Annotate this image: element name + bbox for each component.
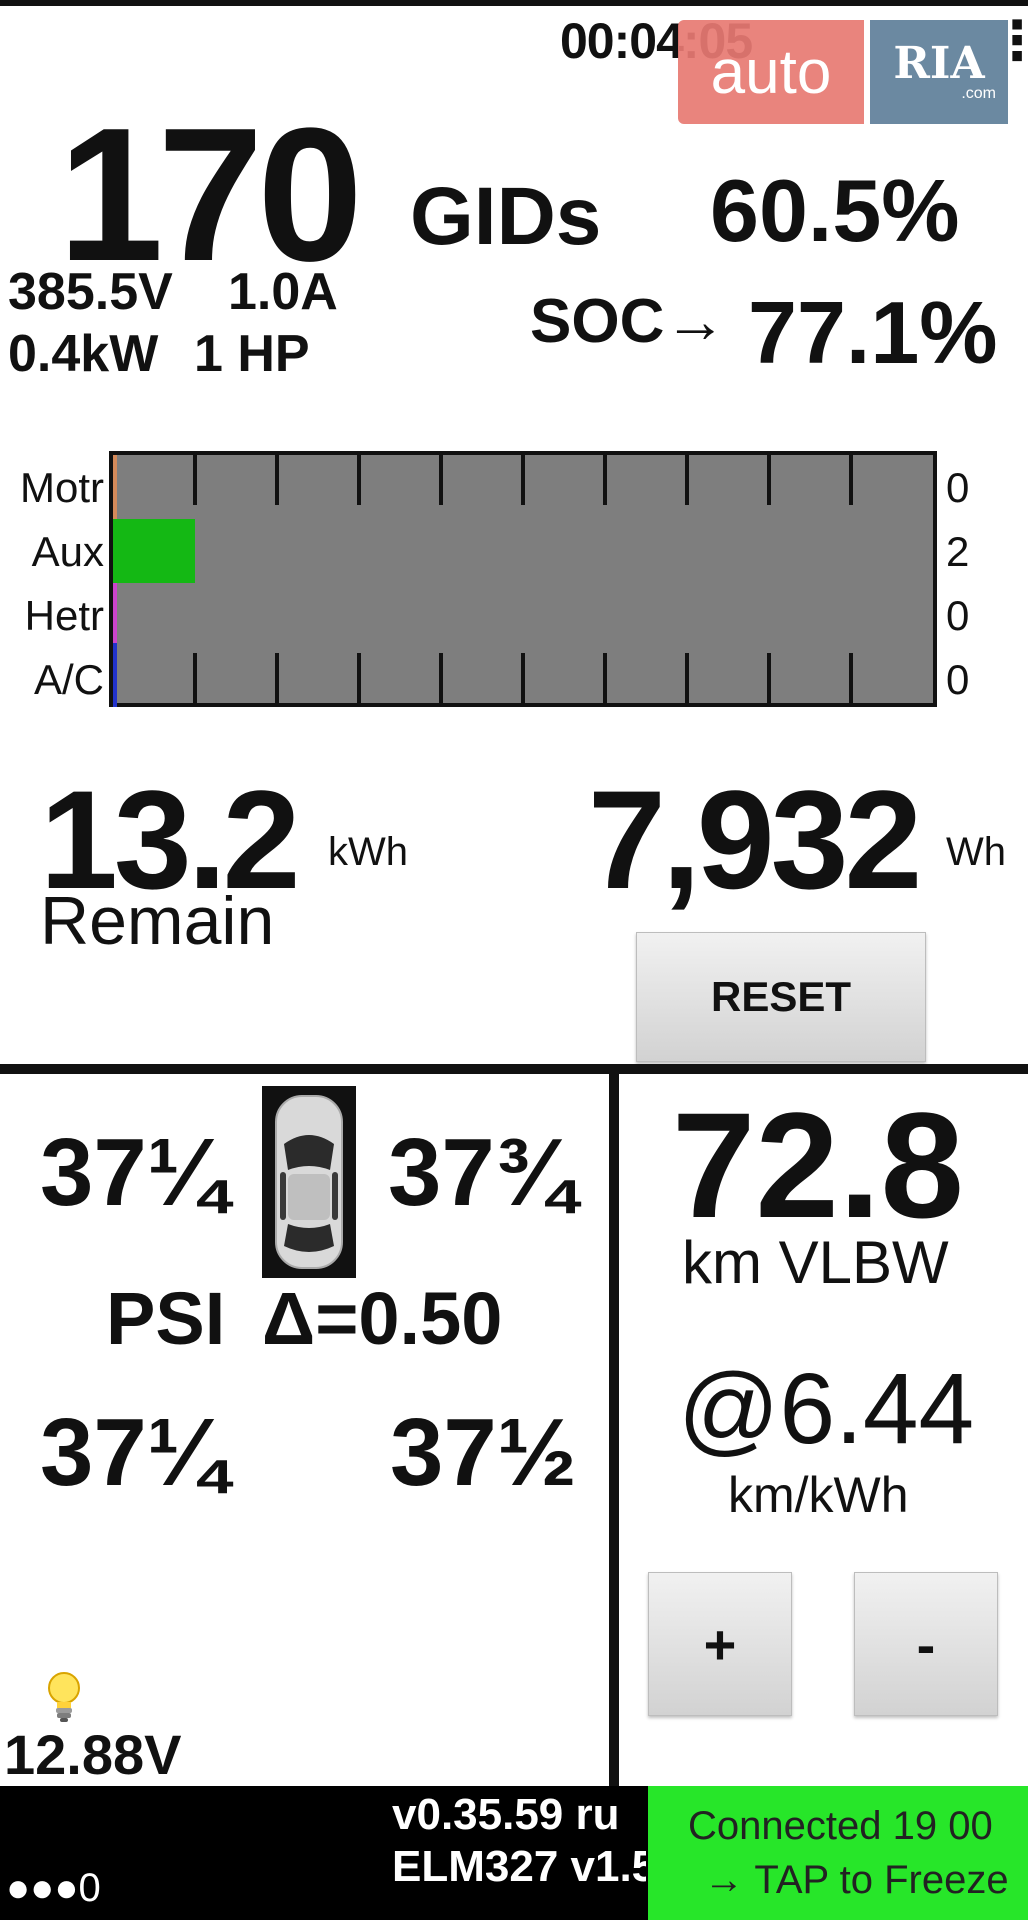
bar-heater	[113, 583, 117, 647]
adapter-version: ELM327 v1.5	[392, 1842, 646, 1888]
bar-tick-top	[521, 455, 525, 505]
battery-percent: 60.5%	[710, 161, 960, 260]
wh-value: 7,932	[588, 761, 922, 918]
bar-label-aux: Aux	[31, 528, 104, 575]
bar-aux	[113, 519, 195, 583]
bar-tick-bottom	[275, 653, 279, 703]
bar-ac	[113, 643, 117, 707]
aux-battery-voltage: 12.88V	[4, 1723, 182, 1786]
bar-tick-top	[357, 455, 361, 505]
bar-label-motor: Motr	[20, 464, 104, 511]
bar-tick-bottom	[849, 653, 853, 703]
remain-label: Remain	[40, 883, 275, 959]
bar-value-ac: 0	[946, 656, 970, 703]
range-value: 72.8	[672, 1081, 964, 1249]
bar-value-motor: 0	[946, 464, 970, 511]
bar-tick-bottom	[439, 653, 443, 703]
watermark-ria-text: RIA	[893, 38, 985, 89]
car-top-view-icon	[262, 1086, 356, 1278]
bar-tick-bottom	[603, 653, 607, 703]
efficiency-unit: km/kWh	[728, 1467, 909, 1523]
app-version: v0.35.59 ru	[392, 1790, 620, 1839]
decrease-button[interactable]: -	[854, 1572, 998, 1716]
efficiency-value: @6.44	[678, 1353, 975, 1465]
connection-status-text: Connected 19 00	[688, 1804, 993, 1848]
bar-tick-top	[603, 455, 607, 505]
bar-tick-bottom	[767, 653, 771, 703]
bar-tick-top	[767, 455, 771, 505]
reset-button[interactable]: RESET	[636, 932, 926, 1062]
psi-delta: Δ=0.50	[262, 1277, 503, 1360]
increase-button[interactable]: +	[648, 1572, 792, 1716]
power-kw: 0.4kW	[8, 325, 159, 383]
connection-status-button[interactable]: Connected 19 00 → TAP to Freeze	[648, 1786, 1028, 1920]
battery-voltage: 385.5V	[8, 263, 173, 321]
bar-value-heater: 0	[946, 592, 970, 639]
bar-label-heater: Hetr	[24, 592, 104, 639]
power-hp: 1 HP	[194, 325, 310, 383]
watermark-auto: auto	[678, 20, 864, 124]
bar-tick-bottom	[193, 653, 197, 703]
bar-tick-top	[849, 455, 853, 505]
top-border	[0, 0, 1028, 6]
battery-current: 1.0A	[228, 263, 338, 321]
column-divider	[609, 1074, 619, 1786]
soc-label: SOC→	[530, 287, 727, 356]
tire-rear-right: 37½	[390, 1399, 577, 1506]
section-divider	[0, 1064, 1028, 1074]
bar-tick-bottom	[685, 653, 689, 703]
watermark-ria: RIA .com	[870, 20, 1008, 124]
status-dots: ●●●0	[6, 1866, 101, 1910]
bar-tick-top	[275, 455, 279, 505]
range-unit: km VLBW	[682, 1229, 949, 1296]
bar-tick-top	[439, 455, 443, 505]
gids-unit: GIDs	[410, 171, 602, 262]
tire-rear-left: 37¼	[40, 1399, 227, 1506]
tire-front-left: 37¼	[40, 1119, 227, 1226]
soc-value: 77.1%	[748, 283, 998, 382]
psi-label: PSI	[106, 1277, 226, 1360]
bar-label-ac: A/C	[33, 656, 104, 703]
bar-tick-top	[685, 455, 689, 505]
wh-unit: Wh	[946, 830, 1006, 874]
bar-tick-bottom	[521, 653, 525, 703]
kwh-unit: kWh	[328, 830, 408, 874]
bar-tick-top	[193, 455, 197, 505]
tap-to-freeze-text: → TAP to Freeze	[704, 1858, 1009, 1902]
bar-motor	[113, 455, 117, 519]
tire-front-right: 37¾	[388, 1119, 575, 1226]
bar-value-aux: 2	[946, 528, 970, 575]
power-bar-chart	[109, 451, 937, 707]
watermark-ria-suffix: .com	[961, 85, 996, 102]
bar-tick-bottom	[357, 653, 361, 703]
